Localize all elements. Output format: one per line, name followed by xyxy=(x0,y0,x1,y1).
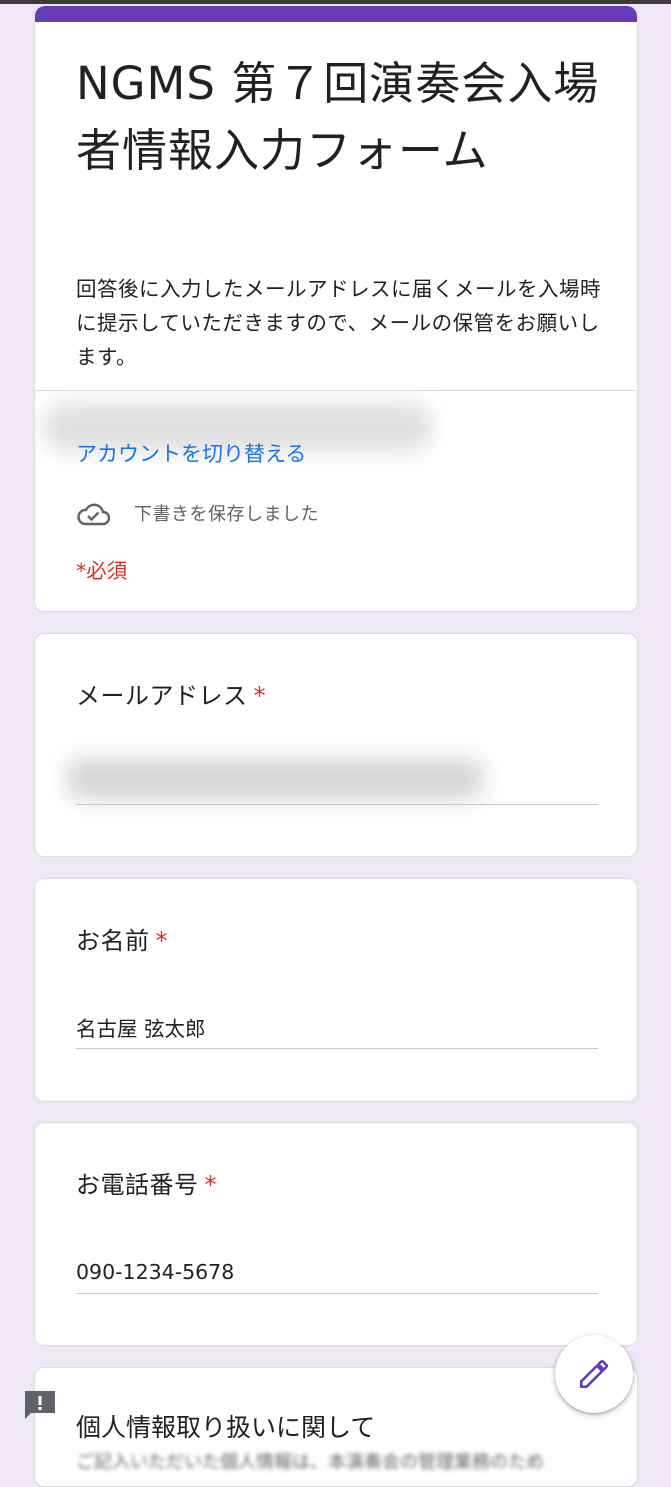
question-label: メールアドレス xyxy=(76,682,248,710)
form-title: NGMS 第７回演奏会入場者情報入力フォーム xyxy=(76,57,600,177)
form-header-card: NGMS 第７回演奏会入場者情報入力フォーム 回答後に入力したメールアドレスに届… xyxy=(34,6,638,612)
question-title-email: メールアドレス * xyxy=(76,676,266,711)
form-description: 回答後に入力したメールアドレスに届くメールを入場時に提示していただきますので、メ… xyxy=(76,277,601,369)
status-bar-edge xyxy=(0,0,671,4)
question-label: お電話番号 xyxy=(76,1171,199,1199)
pencil-icon xyxy=(579,1359,609,1389)
theme-accent-bar xyxy=(35,6,637,22)
edit-fab-button[interactable] xyxy=(555,1335,633,1413)
required-asterisk: * xyxy=(204,1171,217,1199)
phone-field[interactable] xyxy=(76,1251,598,1294)
section-title-privacy: 個人情報取り扱いに関して xyxy=(76,1413,376,1442)
question-card-email: メールアドレス * xyxy=(34,633,638,857)
question-label: お名前 xyxy=(76,927,150,955)
required-note: *必須 xyxy=(76,559,128,583)
feedback-icon[interactable] xyxy=(22,1388,58,1422)
cloud-check-icon xyxy=(77,503,110,526)
section-description-privacy: ご記入いただいた個人情報は、本演奏会の管理業務のため xyxy=(76,1452,544,1473)
name-field[interactable] xyxy=(76,1006,598,1049)
question-card-name: お名前 * xyxy=(34,878,638,1102)
question-card-privacy: 個人情報取り扱いに関して ご記入いただいた個人情報は、本演奏会の管理業務のため xyxy=(34,1367,638,1487)
switch-account-link[interactable]: アカウントを切り替える xyxy=(76,438,306,468)
required-asterisk: * xyxy=(155,927,168,955)
question-card-phone: お電話番号 * xyxy=(34,1122,638,1346)
email-value-redacted xyxy=(65,758,485,800)
draft-saved-status: 下書きを保存しました xyxy=(134,504,319,525)
question-title-phone: お電話番号 * xyxy=(76,1165,217,1200)
required-asterisk: * xyxy=(253,682,266,710)
divider xyxy=(35,390,637,391)
question-title-name: お名前 * xyxy=(76,921,168,956)
